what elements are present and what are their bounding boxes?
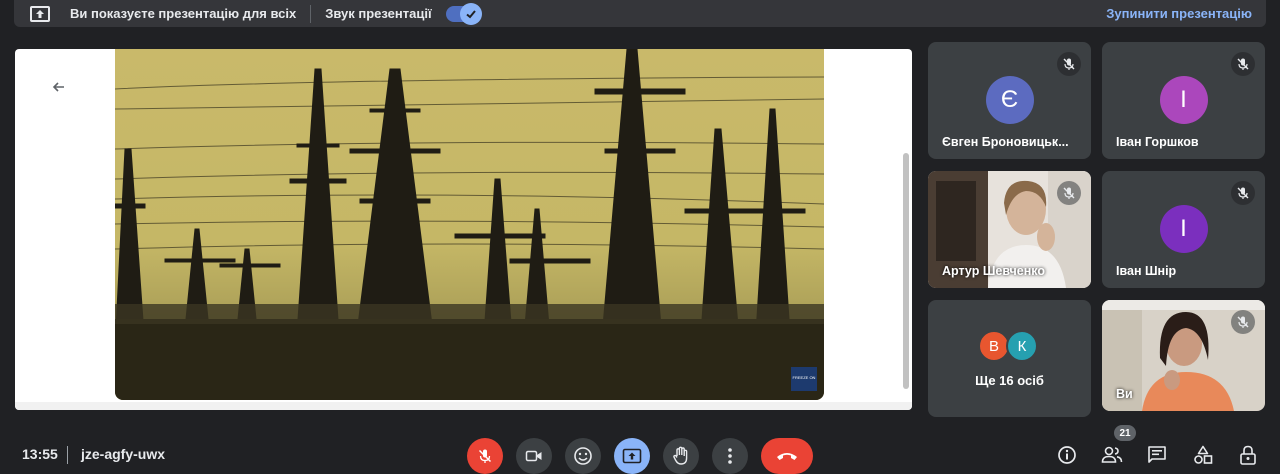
meeting-controls-bar: 13:55 jze-agfy-uwx: [0, 430, 1280, 474]
participant-count-badge: 21: [1114, 425, 1136, 441]
bottom-divider: [67, 446, 68, 464]
mic-off-icon: [1231, 52, 1255, 76]
toggle-check-icon: [459, 2, 482, 25]
raise-hand-icon: [673, 446, 688, 465]
activities-icon[interactable]: [1191, 443, 1215, 467]
mic-off-icon: [1057, 181, 1081, 205]
camera-icon: [525, 450, 542, 462]
info-icon[interactable]: [1055, 443, 1079, 467]
participant-name: Артур Шевченко: [942, 264, 1046, 278]
avatar: І: [1159, 205, 1208, 253]
self-video-tile[interactable]: Ви: [1102, 300, 1265, 411]
self-name: Ви: [1116, 387, 1133, 401]
camera-toggle-button[interactable]: [516, 438, 552, 474]
banner-divider: [310, 4, 312, 23]
present-screen-icon: [30, 5, 50, 22]
avatar: І: [1159, 76, 1208, 124]
others-avatars: В К: [978, 330, 1038, 362]
clock: 13:55: [22, 446, 58, 462]
presentation-video-frame: FREEZE ON: [115, 49, 824, 400]
host-controls-icon[interactable]: [1236, 443, 1260, 467]
presentation-audio-toggle[interactable]: [445, 2, 482, 25]
others-tile[interactable]: В К Ще 16 осіб: [928, 300, 1091, 417]
arrow-left-icon[interactable]: [51, 79, 67, 95]
power-lines-image: [115, 49, 824, 400]
video-watermark: FREEZE ON: [792, 375, 816, 380]
more-options-button[interactable]: [712, 438, 748, 474]
presentation-audio-label: Звук презентації: [325, 6, 432, 21]
participant-tile[interactable]: І Іван Шнір: [1102, 171, 1265, 288]
mic-off-icon: [478, 449, 492, 463]
presenting-message: Ви показуєте презентацію для всіх: [70, 6, 297, 21]
reactions-button[interactable]: [565, 438, 601, 474]
participant-video-tile[interactable]: Артур Шевченко: [928, 171, 1091, 288]
mic-off-icon: [1057, 52, 1081, 76]
horizontal-scrollbar[interactable]: [15, 402, 912, 410]
more-options-icon: [728, 448, 732, 464]
others-count-label: Ще 16 осіб: [975, 373, 1044, 388]
scrollbar-thumb[interactable]: [903, 153, 909, 389]
meeting-code: jze-agfy-uwx: [81, 446, 166, 462]
participant-tile[interactable]: І Іван Горшков: [1102, 42, 1265, 159]
participant-name: Іван Шнір: [1116, 264, 1177, 278]
presentation-banner: Ви показуєте презентацію для всіх Звук п…: [14, 0, 1266, 27]
microphone-toggle-button[interactable]: [467, 438, 503, 474]
chat-icon[interactable]: [1145, 443, 1169, 467]
vertical-scrollbar[interactable]: [902, 53, 910, 395]
mic-off-icon: [1231, 310, 1255, 334]
mic-off-icon: [1231, 181, 1255, 205]
avatar: Є: [985, 76, 1034, 124]
end-call-icon: [777, 453, 797, 460]
stop-presenting-button[interactable]: Зупинити презентацію: [1106, 6, 1252, 21]
participant-tile[interactable]: Є Євген Броновицьк...: [928, 42, 1091, 159]
participant-name: Євген Броновицьк...: [942, 135, 1069, 149]
participant-name: Іван Горшков: [1116, 135, 1199, 149]
people-icon[interactable]: [1100, 443, 1124, 467]
emoji-icon: [574, 447, 592, 465]
avatar: К: [1006, 330, 1038, 362]
raise-hand-button[interactable]: [663, 438, 699, 474]
leave-call-button[interactable]: [761, 438, 813, 474]
present-icon: [622, 448, 642, 464]
present-now-button[interactable]: [614, 438, 650, 474]
shared-presentation: FREEZE ON: [15, 49, 912, 410]
